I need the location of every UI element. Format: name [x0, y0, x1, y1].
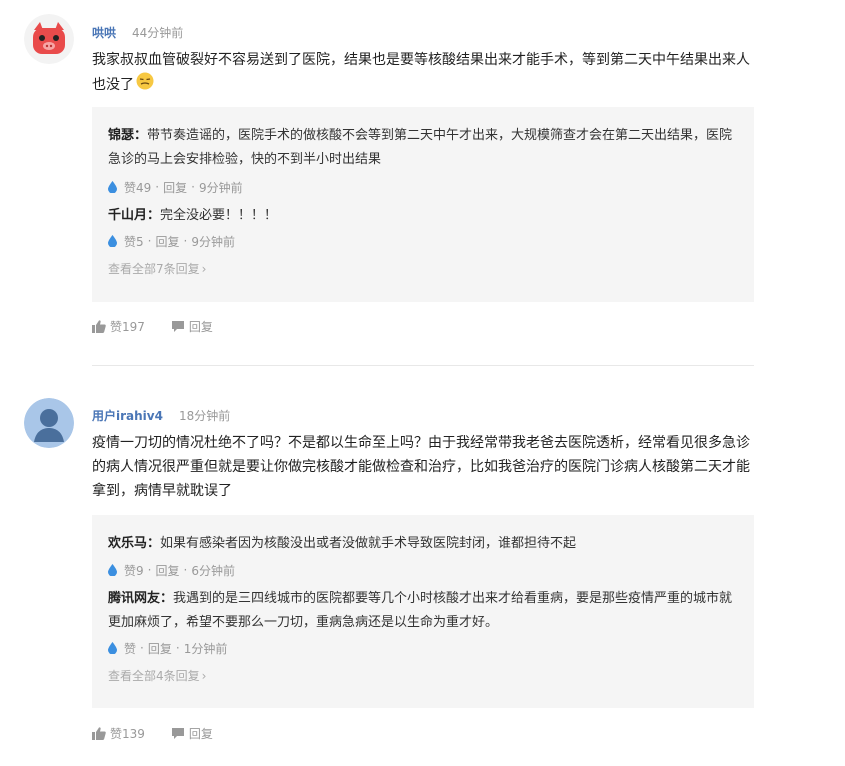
water-drop-icon[interactable]	[108, 235, 117, 247]
comment-text: 我家叔叔血管破裂好不容易送到了医院，结果也是要等核酸结果出来才能手术，等到第二天…	[92, 48, 757, 98]
replies-box: 锦瑟：带节奏造谣的，医院手术的做核酸不会等到第二天中午才出来，大规模筛查才会在第…	[92, 107, 754, 302]
reply-author[interactable]: 千山月：	[108, 208, 160, 223]
speech-bubble-icon	[171, 728, 184, 739]
reply-link[interactable]: 回复	[148, 640, 172, 657]
reply-item: 锦瑟：带节奏造谣的，医院手术的做核酸不会等到第二天中午才出来，大规模筛查才会在第…	[108, 124, 738, 172]
reply-label: 回复	[188, 320, 213, 334]
reply-like-count[interactable]: 赞	[124, 640, 136, 657]
reply-time: 9分钟前	[198, 180, 243, 195]
reply-like-count[interactable]: 赞49	[124, 179, 151, 196]
thumbs-up-icon	[92, 320, 106, 333]
water-drop-icon[interactable]	[108, 642, 117, 654]
reply-author[interactable]: 欢乐马：	[108, 536, 160, 551]
comment-header: 哄哄 44分钟前	[92, 24, 183, 41]
reply-link[interactable]: 回复	[163, 179, 187, 196]
reply-meta: 赞9 · 回复 · 6分钟前	[108, 562, 235, 578]
water-drop-icon[interactable]	[108, 564, 117, 576]
reply-label: 回复	[188, 727, 213, 741]
reply-link[interactable]: 回复	[155, 233, 179, 250]
comment-text: 疫情一刀切的情况杜绝不了吗？不是都以生命至上吗？由于我经常带我老爸去医院透析，经…	[92, 435, 750, 499]
water-drop-icon[interactable]	[108, 181, 117, 193]
timestamp: 44分钟前	[132, 26, 184, 40]
comment-item: 用户irahiv4 18分钟前 疫情一刀切的情况杜绝不了吗？不是都以生命至上吗？…	[0, 390, 845, 766]
username[interactable]: 哄哄	[92, 24, 116, 41]
like-button[interactable]: 赞139	[92, 725, 145, 742]
reply-meta: 赞 · 回复 · 1分钟前	[108, 640, 227, 656]
divider	[92, 365, 754, 366]
comment-header: 用户irahiv4 18分钟前	[92, 407, 230, 424]
reply-item: 欢乐马：如果有感染者因为核酸没出或者没做就手术导致医院封闭，谁都担待不起	[108, 532, 738, 556]
reply-link[interactable]: 回复	[155, 562, 179, 579]
view-all-label: 查看全部7条回复	[108, 262, 200, 276]
chevron-right-icon: ›	[201, 669, 207, 683]
reply-text: 带节奏造谣的，医院手术的做核酸不会等到第二天中午才出来，大规模筛查才会在第二天出…	[108, 128, 733, 167]
reply-text: 完全没必要！！！！	[160, 208, 278, 223]
reply-like-count[interactable]: 赞5	[124, 233, 144, 250]
reply-author[interactable]: 锦瑟：	[108, 128, 147, 143]
avatar[interactable]	[24, 14, 74, 64]
timestamp: 18分钟前	[178, 409, 231, 423]
like-count: 赞139	[110, 727, 145, 741]
reply-meta: 赞5 · 回复 · 9分钟前	[108, 233, 235, 249]
reply-item: 腾讯网友：我遇到的是三四线城市的医院都要等几个小时核酸才出来才给看重病，要是那些…	[108, 587, 738, 635]
reply-button[interactable]: 回复	[171, 725, 213, 742]
chevron-right-icon: ›	[201, 262, 207, 276]
like-count: 赞197	[110, 320, 145, 334]
replies-box: 欢乐马：如果有感染者因为核酸没出或者没做就手术导致医院封闭，谁都担待不起 赞9 …	[92, 515, 754, 708]
comment-item: 哄哄 44分钟前 我家叔叔血管破裂好不容易送到了医院，结果也是要等核酸结果出来才…	[0, 0, 845, 366]
reply-time: 1分钟前	[183, 641, 228, 656]
like-button[interactable]: 赞197	[92, 318, 145, 335]
comment-body: 我家叔叔血管破裂好不容易送到了医院，结果也是要等核酸结果出来才能手术，等到第二天…	[92, 52, 750, 93]
reply-button[interactable]: 回复	[171, 318, 213, 335]
speech-bubble-icon	[171, 321, 184, 332]
comment-actions: 赞139 回复	[92, 725, 239, 742]
view-all-replies-link[interactable]: 查看全部4条回复 ›	[108, 667, 206, 684]
comment-actions: 赞197 回复	[92, 318, 239, 335]
username[interactable]: 用户irahiv4	[92, 407, 163, 424]
view-all-label: 查看全部4条回复	[108, 669, 200, 683]
thumbs-up-icon	[92, 727, 106, 740]
reply-text: 我遇到的是三四线城市的医院都要等几个小时核酸才出来才给看重病，要是那些疫情严重的…	[108, 591, 733, 630]
reply-meta: 赞49 · 回复 · 9分钟前	[108, 179, 243, 195]
reply-text: 如果有感染者因为核酸没出或者没做就手术导致医院封闭，谁都担待不起	[160, 536, 577, 551]
reply-time: 6分钟前	[191, 563, 235, 578]
reply-author[interactable]: 腾讯网友：	[108, 591, 173, 606]
sad-face-emoji-icon	[136, 72, 154, 98]
reply-item: 千山月：完全没必要！！！！	[108, 204, 738, 228]
reply-time: 9分钟前	[191, 234, 235, 249]
view-all-replies-link[interactable]: 查看全部7条回复 ›	[108, 260, 206, 277]
reply-like-count[interactable]: 赞9	[124, 562, 144, 579]
avatar[interactable]	[24, 398, 74, 448]
